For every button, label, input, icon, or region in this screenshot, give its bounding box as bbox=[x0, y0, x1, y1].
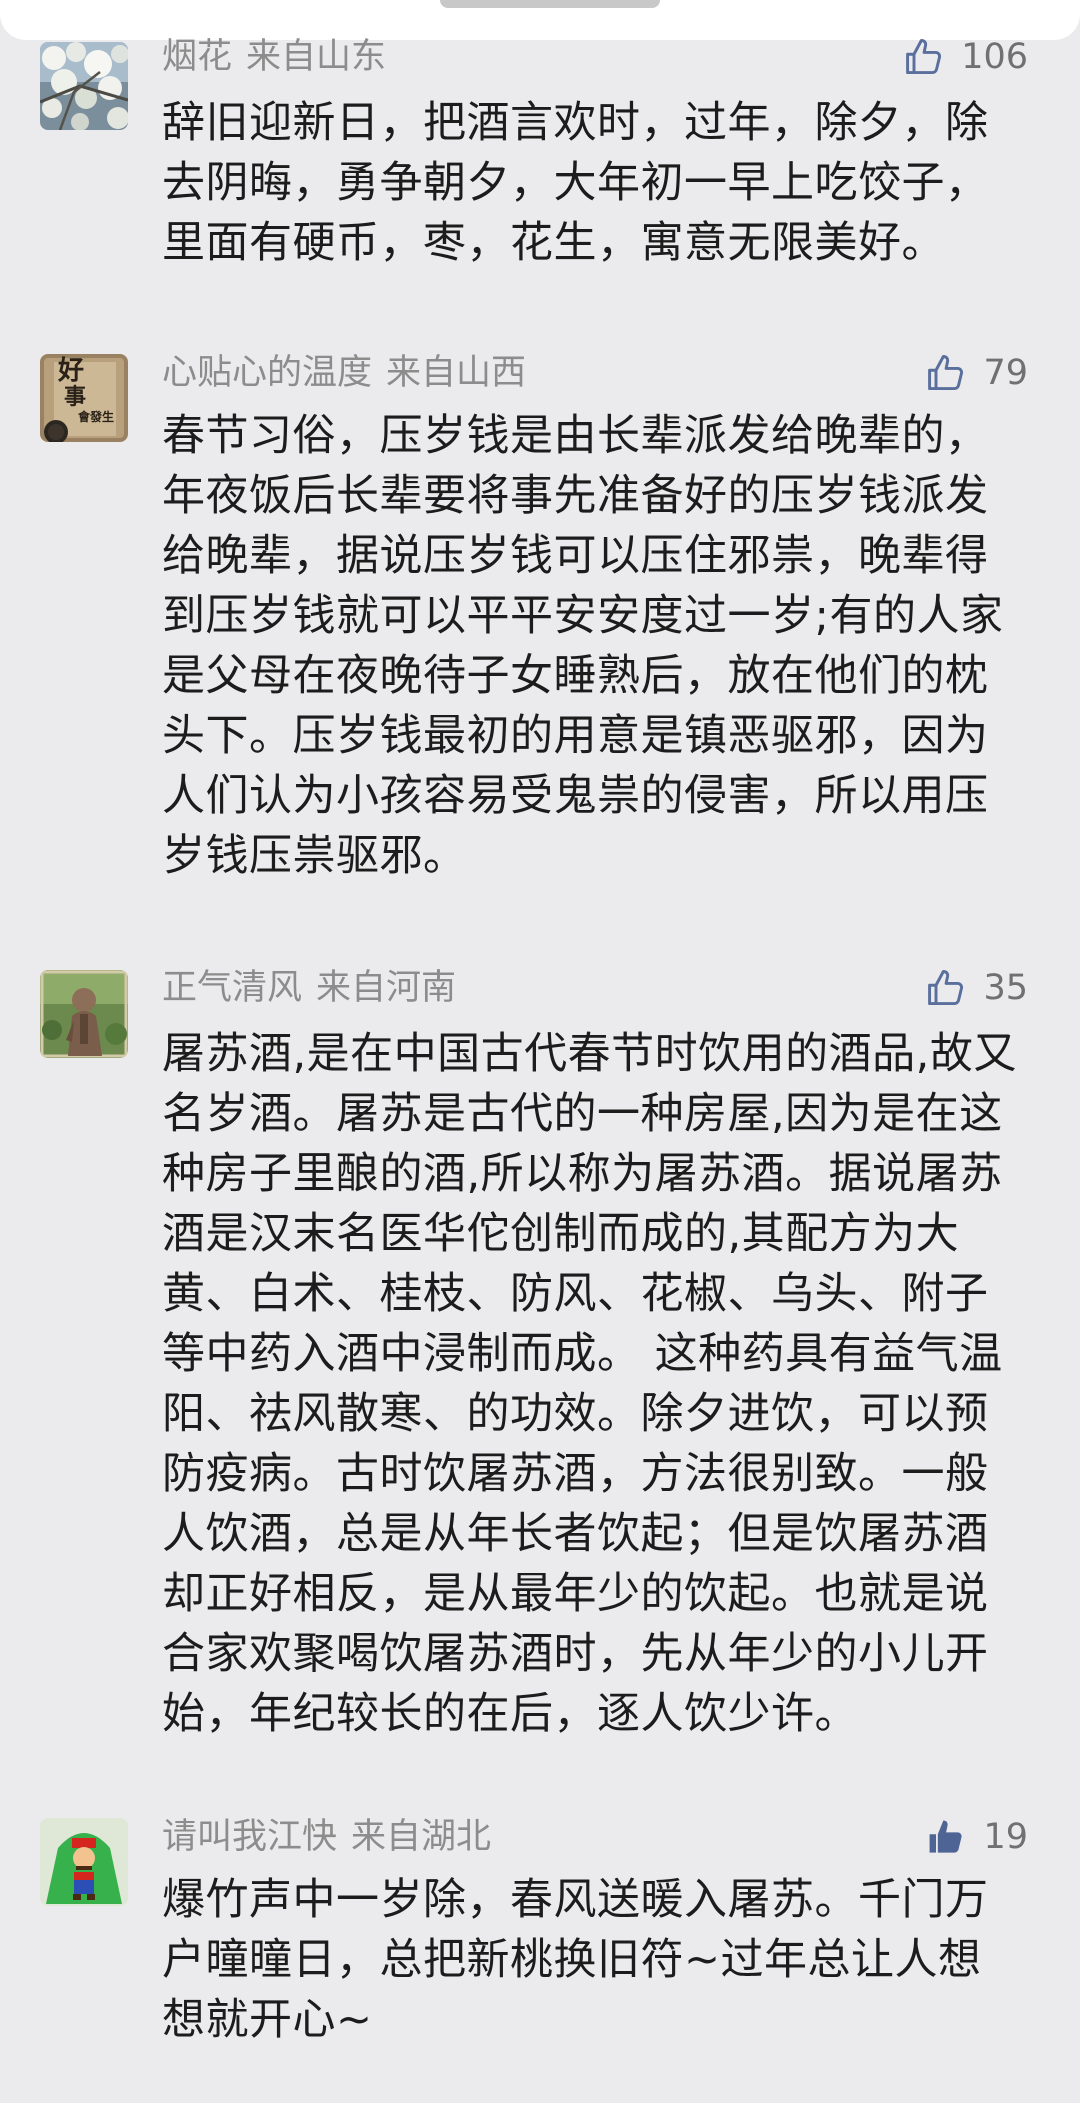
comment-text: 屠苏酒,是在中国古代春节时饮用的酒品,故又 名岁酒。屠苏是古代的一种房屋,因为是… bbox=[162, 1029, 1017, 1739]
like-button[interactable]: 35 bbox=[925, 963, 1028, 1013]
location: 来自河南 bbox=[316, 968, 457, 1008]
avatar-text-char: 事 bbox=[64, 384, 87, 410]
location: 来自湖北 bbox=[351, 1817, 492, 1857]
avatar-statue-image bbox=[40, 970, 128, 1058]
avatar[interactable] bbox=[40, 970, 128, 1058]
like-button[interactable]: 106 bbox=[903, 32, 1028, 82]
location: 来自山西 bbox=[386, 353, 527, 393]
avatar-blossom-image bbox=[40, 42, 128, 130]
like-button[interactable]: 79 bbox=[925, 348, 1028, 398]
thumbs-up-outline-icon bbox=[928, 970, 964, 1006]
location: 来自山东 bbox=[246, 37, 387, 77]
avatar[interactable]: 好 事 會發生 bbox=[40, 354, 128, 442]
like-button[interactable]: 19 bbox=[925, 1812, 1028, 1862]
thumbs-up-filled-icon bbox=[930, 1820, 963, 1853]
like-count: 79 bbox=[983, 353, 1028, 393]
like-count: 19 bbox=[983, 1817, 1028, 1857]
username[interactable]: 心贴心的温度 bbox=[162, 353, 372, 393]
comment-text: 爆竹声中一岁除，春风送暖入屠苏。千门万 户曈曈日，总把新桃换旧符~过年总让人想 … bbox=[162, 1875, 989, 2045]
top-bar-title-remnant bbox=[440, 0, 660, 8]
username[interactable]: 烟花 bbox=[162, 37, 232, 77]
username[interactable]: 正气清风 bbox=[162, 968, 302, 1008]
username[interactable]: 请叫我江快 bbox=[162, 1817, 337, 1857]
avatar-text-char: 會發生 bbox=[78, 410, 115, 424]
thumbs-up-outline-icon bbox=[928, 355, 964, 391]
comment-text: 春节习俗，压岁钱是由长辈派发给晚辈的， 年夜饭后长辈要将事先准备好的压岁钱派发 … bbox=[162, 411, 1004, 881]
avatar-cartoon-image bbox=[40, 1818, 128, 1906]
avatar-text-char: 好 bbox=[58, 356, 85, 386]
like-count: 35 bbox=[983, 968, 1028, 1008]
thumbs-up-outline-icon bbox=[906, 39, 942, 75]
comment-meta: 正气清风 来自河南 bbox=[162, 963, 456, 1013]
like-count: 106 bbox=[961, 37, 1028, 77]
comment-meta: 心贴心的温度 来自山西 bbox=[162, 348, 526, 398]
comment-text: 辞旧迎新日，把酒言欢时，过年，除夕，除 去阴晦，勇争朝夕，大年初一早上吃饺子， … bbox=[162, 98, 989, 268]
avatar[interactable] bbox=[40, 1818, 128, 1906]
comment-meta: 烟花 来自山东 bbox=[162, 32, 386, 82]
comment-meta: 请叫我江快 来自湖北 bbox=[162, 1812, 491, 1862]
avatar[interactable] bbox=[40, 42, 128, 130]
avatar-text: 好 事 會發生 bbox=[58, 358, 114, 424]
